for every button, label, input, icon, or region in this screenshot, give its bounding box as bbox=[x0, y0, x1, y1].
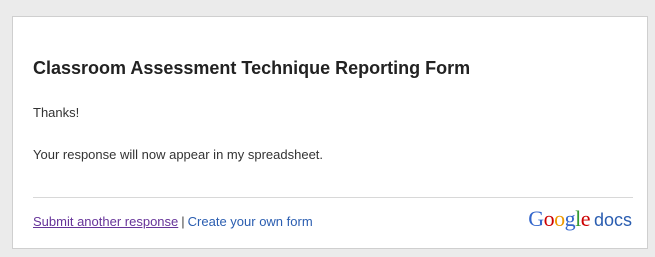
google-letter: o bbox=[554, 206, 565, 231]
thanks-message: Thanks! bbox=[33, 105, 80, 120]
google-letter: g bbox=[564, 206, 576, 231]
create-your-own-form-link[interactable]: Create your own form bbox=[188, 214, 313, 229]
google-letter: e bbox=[580, 206, 591, 231]
form-title: Classroom Assessment Technique Reporting… bbox=[33, 58, 471, 78]
docs-wordmark: docs bbox=[593, 210, 632, 230]
submit-another-response-link[interactable]: Submit another response bbox=[33, 214, 178, 229]
confirmation-message: Your response will now appear in my spre… bbox=[33, 147, 324, 162]
link-separator: | bbox=[181, 214, 185, 229]
google-docs-logo[interactable]: Google docs bbox=[528, 206, 632, 232]
google-wordmark: Google bbox=[528, 206, 590, 231]
footer-links: Submit another response | Create your own … bbox=[33, 214, 313, 229]
footer-divider bbox=[33, 197, 633, 198]
google-letter: o bbox=[543, 206, 555, 231]
confirmation-card: Classroom Assessment Technique Reporting… bbox=[12, 16, 648, 249]
google-letter: G bbox=[528, 206, 544, 231]
